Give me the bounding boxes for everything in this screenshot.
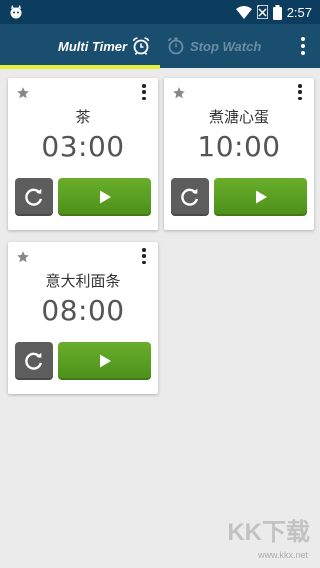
status-bar: 2:57 [0, 0, 320, 24]
play-icon [99, 190, 111, 204]
play-icon [99, 354, 111, 368]
app-bar: Multi Timer Stop Watch [0, 24, 320, 68]
timer-time: 10:00 [197, 130, 281, 163]
timer-name: 意大利面条 [45, 272, 121, 290]
watermark: KK下载 www.kkx.net [192, 512, 312, 560]
more-vert-icon [298, 84, 302, 88]
timer-card: 意大利面条 08:00 [8, 242, 158, 394]
reset-icon [181, 188, 199, 206]
timer-name: 茶 [75, 108, 91, 126]
tab-multi-timer-label: Multi Timer [58, 38, 128, 54]
tab-stop-watch-label: Stop Watch [190, 38, 262, 54]
play-button[interactable] [58, 342, 151, 380]
overflow-menu-button[interactable] [294, 34, 312, 58]
timer-card: 茶 03:00 [8, 78, 158, 230]
app-notification-icon [10, 5, 22, 19]
card-menu-button[interactable] [296, 84, 304, 100]
timer-name: 煮溏心蛋 [208, 108, 269, 126]
stopwatch-icon [167, 37, 184, 55]
more-vert-icon [142, 84, 146, 88]
tab-stop-watch[interactable]: Stop Watch [166, 24, 261, 68]
more-vert-icon [301, 37, 305, 41]
wifi-icon [235, 5, 252, 19]
watermark-logo: KK下载 [227, 519, 310, 546]
timer-time: 03:00 [41, 130, 125, 163]
favorite-star-icon[interactable] [16, 86, 30, 100]
play-button[interactable] [58, 178, 151, 216]
clock-time: 2:57 [286, 4, 312, 20]
card-menu-button[interactable] [140, 84, 148, 100]
active-tab-indicator [0, 65, 160, 69]
more-vert-icon [142, 248, 146, 252]
tab-multi-timer[interactable]: Multi Timer [58, 24, 151, 68]
reset-icon [25, 352, 43, 370]
favorite-star-icon[interactable] [16, 250, 30, 264]
reset-icon [25, 188, 43, 206]
play-button[interactable] [214, 178, 307, 216]
reset-button[interactable] [171, 178, 209, 216]
no-sim-icon [256, 5, 268, 19]
reset-button[interactable] [15, 178, 53, 216]
card-menu-button[interactable] [140, 248, 148, 264]
favorite-star-icon[interactable] [172, 86, 186, 100]
alarm-clock-icon [132, 37, 150, 55]
battery-icon [272, 4, 282, 20]
watermark-url: www.kkx.net [257, 550, 308, 560]
play-icon [255, 190, 267, 204]
reset-button[interactable] [15, 342, 53, 380]
timer-time: 08:00 [41, 294, 125, 327]
timer-card: 煮溏心蛋 10:00 [164, 78, 314, 230]
